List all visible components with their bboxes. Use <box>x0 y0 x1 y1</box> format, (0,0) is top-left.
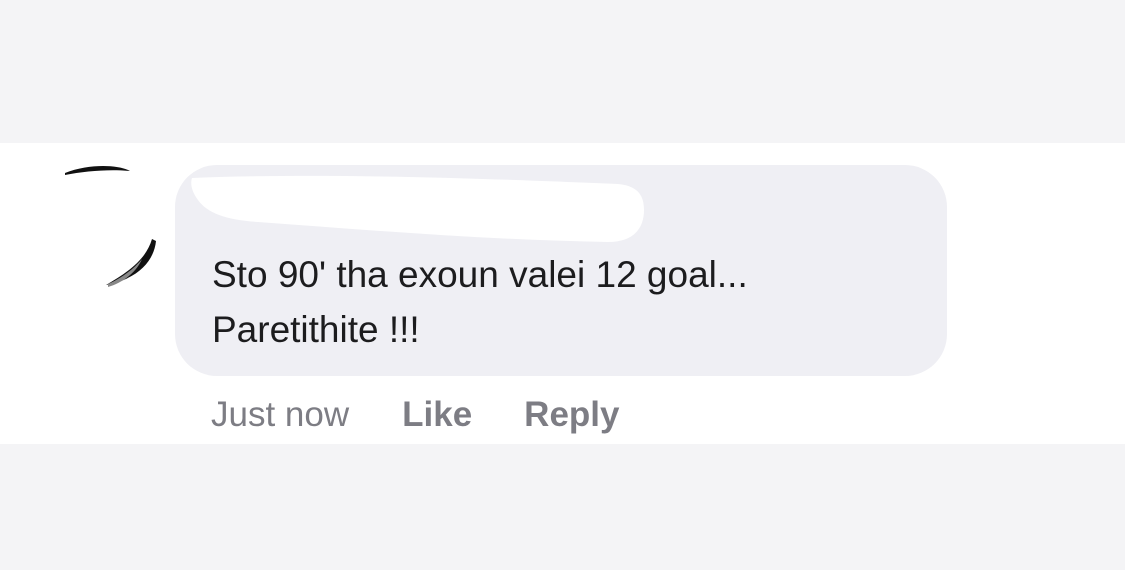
like-button[interactable]: Like <box>402 395 472 435</box>
comment-timestamp: Just now <box>211 395 350 434</box>
comment-actions: Just now Like Reply <box>211 393 671 437</box>
comment-text: Sto 90' tha exoun valei 12 goal... Paret… <box>212 247 932 357</box>
comment-text-line: Paretithite !!! <box>212 309 420 350</box>
comment-item: Sto 90' tha exoun valei 12 goal... Paret… <box>0 143 1125 444</box>
comment-text-line: Sto 90' tha exoun valei 12 goal... <box>212 254 748 295</box>
feed-spacer-bottom <box>0 444 1125 570</box>
avatar-icon <box>65 166 156 287</box>
avatar[interactable] <box>60 163 170 293</box>
reply-button[interactable]: Reply <box>524 395 619 435</box>
redaction-mark <box>191 175 644 242</box>
feed-spacer-top <box>0 0 1125 143</box>
